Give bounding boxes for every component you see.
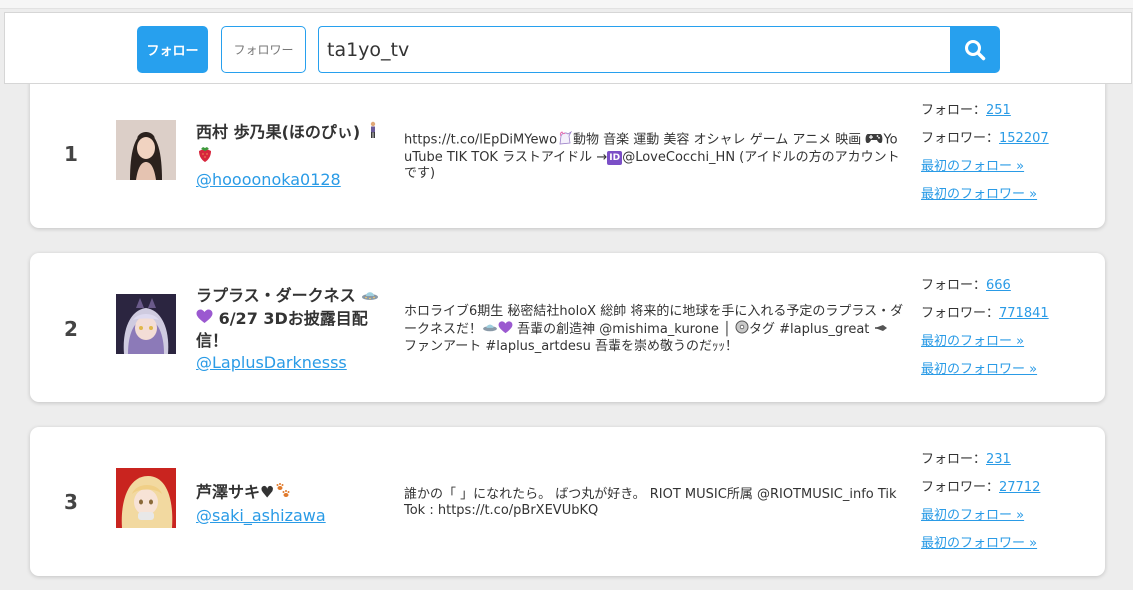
ufo-emoji xyxy=(482,321,498,338)
first-follow-row: 最初のフォロー » xyxy=(921,507,1101,535)
follow-count-row: フォロー：231 xyxy=(921,451,1101,479)
bio-text: ファンアート #laplus_artdesu 吾輩を崇め敬うのだｯｯ！ xyxy=(404,339,739,354)
follower-count-row: フォロワー：27712 xyxy=(921,479,1101,507)
follow-count-label: フォロー： xyxy=(921,452,987,467)
search-button[interactable] xyxy=(950,26,1000,73)
standing-person-emoji xyxy=(366,121,380,145)
first-follower-row: 最初のフォロワー » xyxy=(921,535,1101,563)
result-card: 2 ラプラス・ダークネス 6/27 3Dお披露目配信！ @LaplusDarkn… xyxy=(30,253,1105,402)
follow-count-row: フォロー：666 xyxy=(921,277,1101,305)
result-card: 1 西村 歩乃果(ほのぴぃ) @hoooonoka0128 https://t.… xyxy=(30,72,1105,228)
follower-count-link[interactable]: 152207 xyxy=(999,131,1049,146)
search-header: フォロー フォロワー xyxy=(4,12,1132,84)
bio-text: https://t.co/lEpDiMYewo xyxy=(404,132,558,148)
bio-text: 吾輩の創造神 @mishima_kurone │ xyxy=(513,322,736,337)
purple-heart-emoji xyxy=(196,308,213,330)
game-controller-emoji xyxy=(865,132,883,149)
follow-count-link[interactable]: 251 xyxy=(986,103,1011,118)
paw-prints-emoji xyxy=(274,481,292,505)
follow-count-link[interactable]: 666 xyxy=(986,278,1011,293)
user-bio: ホロライブ6期生 秘密結社holoX 総帥 将来的に地球を手に入れる予定のラプラ… xyxy=(404,304,904,355)
first-follower-link[interactable]: 最初のフォロワー » xyxy=(921,362,1037,377)
display-name-text: ラプラス・ダークネス xyxy=(196,286,356,305)
strawberry-emoji xyxy=(196,145,214,169)
user-stats: フォロー：231 フォロワー：27712 最初のフォロー » 最初のフォロワー … xyxy=(921,451,1101,563)
follow-count-link[interactable]: 231 xyxy=(986,452,1011,467)
first-follow-link[interactable]: 最初のフォロー » xyxy=(921,334,1024,349)
follow-count-row: フォロー：251 xyxy=(921,102,1101,130)
follower-tab-button[interactable]: フォロワー xyxy=(221,26,306,73)
dvd-emoji xyxy=(735,320,749,339)
avatar[interactable] xyxy=(116,294,176,354)
bio-text: タグ #laplus_great xyxy=(749,322,874,337)
follower-count-label: フォロワー： xyxy=(921,480,1000,495)
display-name: 芦澤サキ♥ xyxy=(196,481,386,505)
result-card: 3 芦澤サキ♥ @saki_ashizawa 誰かの「 」になれたら。 ばつ丸が… xyxy=(30,427,1105,576)
display-name-text: 西村 歩乃果(ほのぴぃ) xyxy=(196,122,361,142)
unicorn-emoji xyxy=(557,130,573,150)
display-name: 西村 歩乃果(ほのぴぃ) xyxy=(196,121,386,169)
first-follow-link[interactable]: 最初のフォロー » xyxy=(921,508,1024,523)
follower-count-label: フォロワー： xyxy=(921,306,1000,321)
follower-count-link[interactable]: 771841 xyxy=(999,306,1049,321)
user-stats: フォロー：251 フォロワー：152207 最初のフォロー » 最初のフォロワー… xyxy=(921,102,1101,214)
follow-tab-button[interactable]: フォロー xyxy=(137,26,208,73)
id-badge-emoji: ID xyxy=(607,150,623,165)
user-handle-link[interactable]: @saki_ashizawa xyxy=(196,505,386,527)
pen-emoji xyxy=(874,322,888,338)
follower-count-row: フォロワー：152207 xyxy=(921,130,1101,158)
first-follow-link[interactable]: 最初のフォロー » xyxy=(921,159,1024,174)
follower-count-row: フォロワー：771841 xyxy=(921,305,1101,333)
follow-count-label: フォロー： xyxy=(921,278,987,293)
rank-number: 3 xyxy=(64,490,78,514)
first-follow-row: 最初のフォロー » xyxy=(921,158,1101,186)
display-name: ラプラス・ダークネス 6/27 3Dお披露目配信！ xyxy=(196,285,386,352)
first-follower-row: 最初のフォロワー » xyxy=(921,361,1101,389)
display-name-text: 6/27 3Dお披露目配信！ xyxy=(196,308,368,351)
avatar[interactable] xyxy=(116,468,176,528)
first-follow-row: 最初のフォロー » xyxy=(921,333,1101,361)
user-bio: 誰かの「 」になれたら。 ばつ丸が好き。 RIOT MUSIC所属 @RIOTM… xyxy=(404,487,897,518)
follower-count-link[interactable]: 27712 xyxy=(999,480,1040,495)
user-info: 芦澤サキ♥ @saki_ashizawa xyxy=(196,481,386,527)
avatar[interactable] xyxy=(116,120,176,180)
first-follower-link[interactable]: 最初のフォロワー » xyxy=(921,187,1037,202)
user-info: 西村 歩乃果(ほのぴぃ) @hoooonoka0128 xyxy=(196,121,386,191)
first-follower-link[interactable]: 最初のフォロワー » xyxy=(921,536,1037,551)
purple-heart-emoji xyxy=(498,320,513,339)
search-icon xyxy=(965,39,986,60)
rank-number: 1 xyxy=(64,142,78,166)
user-handle-link[interactable]: @LaplusDarknesss xyxy=(196,352,386,374)
browser-top-strip xyxy=(0,0,1133,9)
search-input[interactable] xyxy=(318,26,950,73)
user-info: ラプラス・ダークネス 6/27 3Dお披露目配信！ @LaplusDarknes… xyxy=(196,285,386,374)
display-name-text: 芦澤サキ♥ xyxy=(196,482,275,502)
ufo-emoji xyxy=(361,286,379,308)
user-stats: フォロー：666 フォロワー：771841 最初のフォロー » 最初のフォロワー… xyxy=(921,277,1101,389)
user-handle-link[interactable]: @hoooonoka0128 xyxy=(196,169,386,191)
follower-count-label: フォロワー： xyxy=(921,131,1000,146)
first-follower-row: 最初のフォロワー » xyxy=(921,186,1101,214)
follow-count-label: フォロー： xyxy=(921,103,987,118)
rank-number: 2 xyxy=(64,317,78,341)
user-bio: https://t.co/lEpDiMYewo 動物 音楽 運動 美容 オシャレ … xyxy=(404,130,904,182)
bio-text: 動物 音楽 運動 美容 オシャレ ゲーム アニメ 映画 xyxy=(573,132,866,148)
